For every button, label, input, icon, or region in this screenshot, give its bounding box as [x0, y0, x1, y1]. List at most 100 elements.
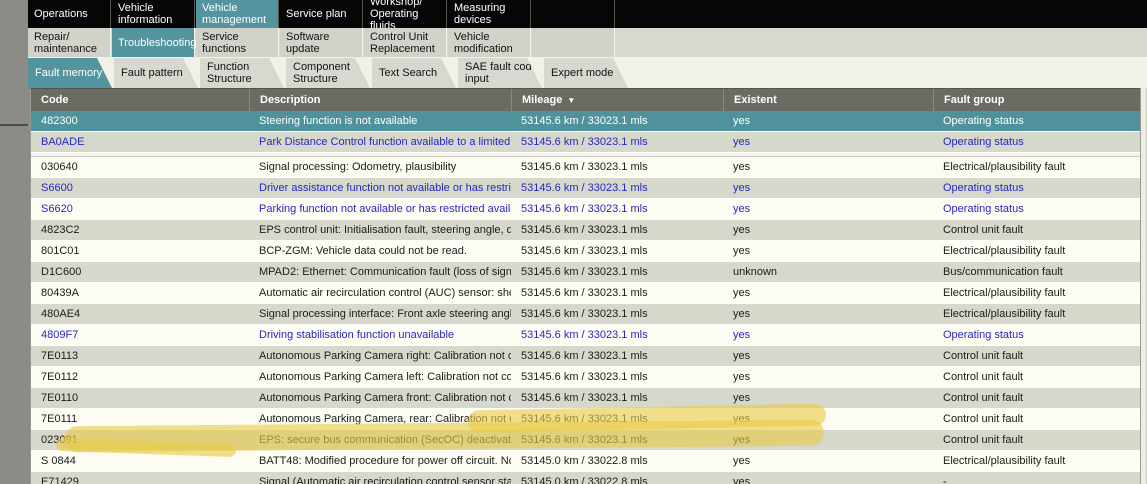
cell-fault-group: Electrical/plausibility fault	[933, 241, 1140, 261]
table-row[interactable]: 482300 Steering function is not availabl…	[31, 111, 1140, 132]
menu-item-service-plan[interactable]: Service plan	[280, 0, 363, 28]
cell-mileage: 53145.6 km / 33023.1 mls	[511, 283, 723, 303]
menu-item-service-functions[interactable]: Service functions	[196, 28, 279, 57]
menu-item-empty-1	[532, 0, 615, 28]
table-row[interactable]: 80439A Automatic air recirculation contr…	[31, 283, 1140, 304]
table-row[interactable]: 7E0112 Autonomous Parking Camera left: C…	[31, 367, 1140, 388]
cell-fault-group: Operating status	[933, 111, 1140, 131]
column-header-fault-group[interactable]: Fault group	[933, 89, 1140, 111]
cell-fault-group: Operating status	[933, 178, 1140, 198]
table-row[interactable]: S6600 Driver assistance function not ava…	[31, 178, 1140, 199]
cell-code: 7E0112	[31, 367, 249, 387]
cell-mileage: 53145.6 km / 33023.1 mls	[511, 304, 723, 324]
cell-description: Park Distance Control function available…	[249, 132, 511, 152]
cell-description: Parking function not available or has re…	[249, 199, 511, 219]
table-row[interactable]: 4809F7 Driving stabilisation function un…	[31, 325, 1140, 346]
table-row[interactable]: 7E0111 Autonomous Parking Camera, rear: …	[31, 409, 1140, 430]
cell-description: Driving stabilisation function unavailab…	[249, 325, 511, 345]
table-header-row: Code Description Mileage ▼ Existent Faul…	[31, 89, 1140, 111]
cell-fault-group: Control unit fault	[933, 346, 1140, 366]
cell-fault-group: Bus/communication fault	[933, 262, 1140, 282]
cell-existent: yes	[723, 388, 933, 408]
cell-fault-group: Electrical/plausibility fault	[933, 304, 1140, 324]
cell-mileage: 53145.6 km / 33023.1 mls	[511, 111, 723, 131]
tab-fault-pattern[interactable]: Fault pattern	[114, 58, 198, 88]
cell-mileage: 53145.6 km / 33023.1 mls	[511, 199, 723, 219]
cell-code: S6620	[31, 199, 249, 219]
cell-existent: yes	[723, 241, 933, 261]
main-menu-bar: Operations Vehicle information Vehicle m…	[28, 0, 1147, 28]
tab-fault-memory[interactable]: Fault memory	[28, 58, 112, 88]
table-row[interactable]: 4823C2 EPS control unit: Initialisation …	[31, 220, 1140, 241]
cell-existent: yes	[723, 157, 933, 177]
cell-existent: yes	[723, 132, 933, 152]
table-row[interactable]: S6620 Parking function not available or …	[31, 199, 1140, 220]
menu-item-software-update[interactable]: Software update	[280, 28, 363, 57]
cell-code: 023091	[31, 430, 249, 450]
cell-existent: yes	[723, 346, 933, 366]
table-row[interactable]: 7E0113 Autonomous Parking Camera right: …	[31, 346, 1140, 367]
menu-item-vehicle-management[interactable]: Vehicle management	[196, 0, 279, 28]
cell-mileage: 53145.6 km / 33023.1 mls	[511, 430, 723, 450]
table-row[interactable]: D1C600 MPAD2: Ethernet: Communication fa…	[31, 262, 1140, 283]
cell-description: Autonomous Parking Camera, rear: Calibra…	[249, 409, 511, 429]
cell-fault-group: Electrical/plausibility fault	[933, 283, 1140, 303]
table-row[interactable]: 480AE4 Signal processing interface: Fron…	[31, 304, 1140, 325]
cell-description: Signal processing: Odometry, plausibilit…	[249, 157, 511, 177]
cell-code: 4823C2	[31, 220, 249, 240]
menu-item-troubleshooting[interactable]: Troubleshooting	[112, 28, 195, 57]
tab-text-search[interactable]: Text Search	[372, 58, 456, 88]
cell-existent: yes	[723, 367, 933, 387]
cell-fault-group: Electrical/plausibility fault	[933, 451, 1140, 471]
menu-item-vehicle-information[interactable]: Vehicle information	[112, 0, 195, 28]
tab-component-structure[interactable]: Component Structure	[286, 58, 370, 88]
table-row[interactable]: 801C01 BCP-ZGM: Vehicle data could not b…	[31, 241, 1140, 262]
submenu-empty-cell	[532, 28, 615, 57]
column-header-existent[interactable]: Existent	[723, 89, 933, 111]
cell-description: Driver assistance function not available…	[249, 178, 511, 198]
cell-existent: yes	[723, 199, 933, 219]
table-row[interactable]: 023091 EPS: secure bus communication (Se…	[31, 430, 1140, 451]
column-header-description[interactable]: Description	[249, 89, 511, 111]
table-row[interactable]: E71429 Signal (Automatic air recirculati…	[31, 472, 1140, 484]
menu-item-repair-maintenance[interactable]: Repair/ maintenance	[28, 28, 111, 57]
cell-code: 7E0113	[31, 346, 249, 366]
cell-description: EPS control unit: Initialisation fault, …	[249, 220, 511, 240]
menu-item-workshop-operating-fluids[interactable]: Workshop/ Operating fluids	[364, 0, 447, 28]
cell-fault-group: Control unit fault	[933, 430, 1140, 450]
cell-code: 801C01	[31, 241, 249, 261]
menu-item-vehicle-modification[interactable]: Vehicle modification	[448, 28, 531, 57]
column-header-mileage[interactable]: Mileage ▼	[511, 89, 723, 111]
cell-code: 7E0110	[31, 388, 249, 408]
column-header-code[interactable]: Code	[31, 89, 249, 111]
menu-bar-filler	[700, 0, 1147, 28]
tab-bar: Fault memory Fault pattern Function Stru…	[28, 57, 1147, 88]
vertical-scrollbar[interactable]	[1140, 88, 1147, 484]
cell-mileage: 53145.6 km / 33023.1 mls	[511, 241, 723, 261]
cell-fault-group: Electrical/plausibility fault	[933, 157, 1140, 177]
tab-expert-mode[interactable]: Expert mode	[544, 58, 628, 88]
sort-desc-icon: ▼	[567, 96, 575, 105]
table-row[interactable]: 030640 Signal processing: Odometry, plau…	[31, 157, 1140, 178]
cell-mileage: 53145.6 km / 33023.1 mls	[511, 178, 723, 198]
tab-sae-fault-code-input[interactable]: SAE fault code input	[458, 58, 542, 88]
tab-function-structure[interactable]: Function Structure	[200, 58, 284, 88]
menu-item-control-unit-replacement[interactable]: Control Unit Replacement	[364, 28, 447, 57]
menu-item-operations[interactable]: Operations	[28, 0, 111, 28]
column-header-mileage-label: Mileage	[522, 94, 562, 106]
table-row[interactable]: 7E0110 Autonomous Parking Camera front: …	[31, 388, 1140, 409]
table-row[interactable]: BA0ADE Park Distance Control function av…	[31, 132, 1140, 153]
cell-code: BA0ADE	[31, 132, 249, 152]
cell-code: 80439A	[31, 283, 249, 303]
cell-existent: yes	[723, 304, 933, 324]
cell-existent: unknown	[723, 262, 933, 282]
cell-description: Signal (Automatic air recirculation cont…	[249, 472, 511, 484]
cell-description: EPS: secure bus communication (SecOC) de…	[249, 430, 511, 450]
sub-menu-bar: Repair/ maintenance Troubleshooting Serv…	[28, 28, 1147, 57]
menu-item-measuring-devices[interactable]: Measuring devices	[448, 0, 531, 28]
cell-mileage: 53145.6 km / 33023.1 mls	[511, 346, 723, 366]
cell-mileage: 53145.6 km / 33023.1 mls	[511, 262, 723, 282]
table-row[interactable]: S 0844 BATT48: Modified procedure for po…	[31, 451, 1140, 472]
cell-description: Automatic air recirculation control (AUC…	[249, 283, 511, 303]
fault-memory-table: Code Description Mileage ▼ Existent Faul…	[30, 88, 1140, 484]
